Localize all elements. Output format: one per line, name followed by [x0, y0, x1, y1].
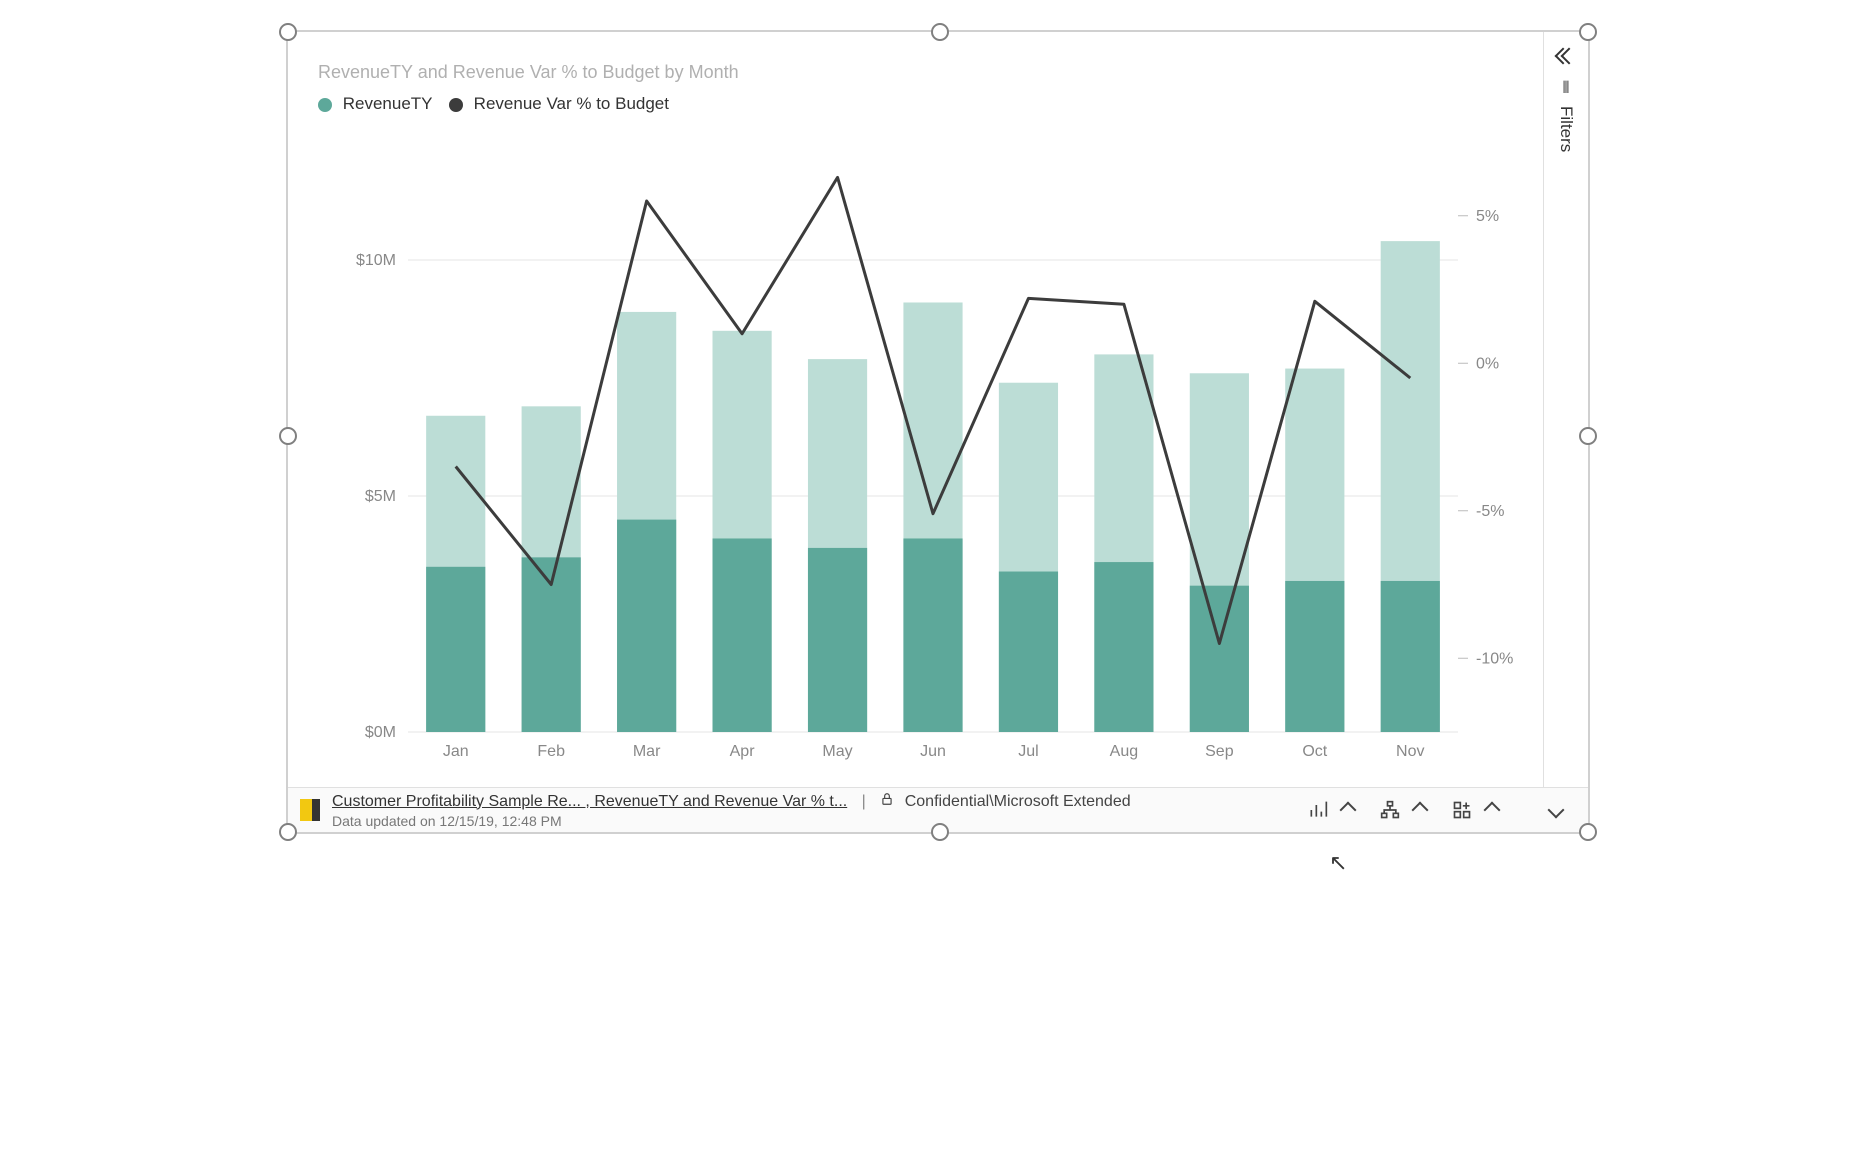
svg-text:Nov: Nov: [1396, 743, 1424, 760]
sensitivity-label: Confidential\Microsoft Extended: [905, 793, 1131, 810]
svg-text:Oct: Oct: [1302, 743, 1327, 760]
drill-up-group[interactable]: [1304, 796, 1362, 824]
svg-text:Aug: Aug: [1110, 743, 1138, 760]
resize-handle-s[interactable]: [931, 823, 949, 841]
chevron-up-icon[interactable]: [1478, 796, 1506, 824]
legend-swatch-revenue: [318, 98, 332, 112]
svg-text:Mar: Mar: [633, 743, 661, 760]
filters-expand-icon[interactable]: [1552, 42, 1580, 70]
legend-label: RevenueTY: [343, 94, 432, 113]
legend-label: Revenue Var % to Budget: [474, 94, 669, 113]
grid-plus-icon: [1448, 796, 1476, 824]
visual-container[interactable]: RevenueTY and Revenue Var % to Budget by…: [286, 30, 1590, 834]
svg-text:0%: 0%: [1476, 355, 1499, 372]
resize-handle-se[interactable]: [1579, 823, 1597, 841]
svg-text:Jan: Jan: [443, 743, 469, 760]
lock-icon: [880, 793, 898, 810]
svg-text:Apr: Apr: [730, 743, 756, 760]
legend-swatch-variance: [449, 98, 463, 112]
svg-text:-10%: -10%: [1476, 650, 1513, 667]
drill-down-group[interactable]: [1376, 796, 1434, 824]
more-group[interactable]: [1542, 796, 1570, 824]
separator: |: [862, 793, 866, 810]
powerbi-logo-icon: [300, 799, 320, 821]
bar-chart-icon: [1304, 796, 1332, 824]
resize-handle-sw[interactable]: [279, 823, 297, 841]
svg-text:Jun: Jun: [920, 743, 946, 760]
svg-text:-5%: -5%: [1476, 503, 1504, 520]
filters-pane[interactable]: ⫴ Filters: [1543, 32, 1588, 796]
chart-legend: RevenueTY Revenue Var % to Budget: [318, 94, 681, 114]
cursor-icon: ↖: [1329, 850, 1347, 876]
resize-handle-nw[interactable]: [279, 23, 297, 41]
svg-text:May: May: [822, 743, 852, 760]
resize-handle-w[interactable]: [279, 427, 297, 445]
chevron-up-icon[interactable]: [1334, 796, 1362, 824]
legend-item-variance[interactable]: Revenue Var % to Budget: [449, 94, 669, 113]
svg-text:$5M: $5M: [365, 488, 396, 505]
resize-handle-n[interactable]: [931, 23, 949, 41]
hierarchy-icon: [1376, 796, 1404, 824]
chart-title: RevenueTY and Revenue Var % to Budget by…: [318, 62, 739, 83]
data-updated-label: Data updated on 12/15/19, 12:48 PM: [332, 813, 1131, 829]
slider-icon: ⫴: [1563, 80, 1570, 98]
resize-handle-e[interactable]: [1579, 427, 1597, 445]
expand-group[interactable]: [1448, 796, 1506, 824]
filters-label: Filters: [1556, 106, 1576, 152]
svg-text:$10M: $10M: [356, 252, 396, 269]
svg-text:$0M: $0M: [365, 724, 396, 741]
chart-plot-area[interactable]: $0M $5M $10M -10% -5% 0% 5% Jan Feb Mar Apr May Jun J…: [318, 132, 1538, 762]
breadcrumb-link[interactable]: Customer Profitability Sample Re... , Re…: [332, 793, 847, 810]
legend-item-revenue[interactable]: RevenueTY: [318, 94, 437, 113]
chevron-down-icon[interactable]: [1542, 796, 1570, 824]
svg-text:Jul: Jul: [1018, 743, 1038, 760]
svg-text:Feb: Feb: [537, 743, 565, 760]
svg-text:5%: 5%: [1476, 208, 1499, 225]
chevron-up-icon[interactable]: [1406, 796, 1434, 824]
svg-text:Sep: Sep: [1205, 743, 1234, 760]
resize-handle-ne[interactable]: [1579, 23, 1597, 41]
